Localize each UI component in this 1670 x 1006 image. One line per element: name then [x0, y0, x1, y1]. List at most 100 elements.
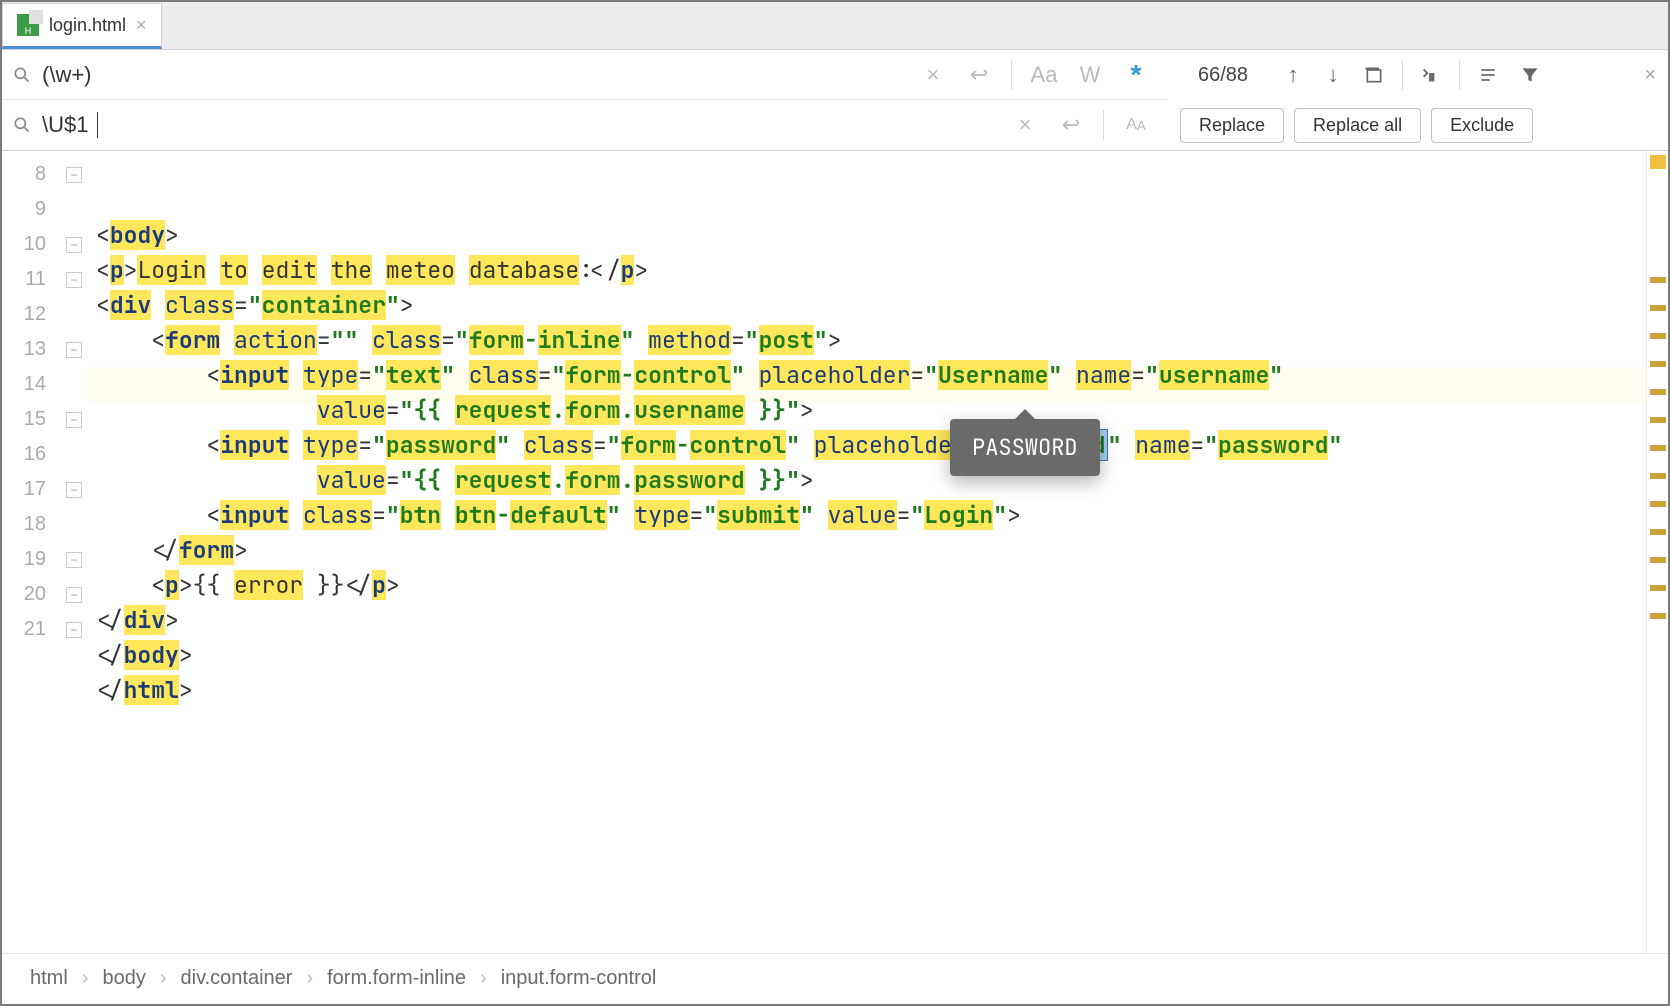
find-settings-icon[interactable]	[1474, 61, 1502, 89]
breadcrumb-item[interactable]: html	[30, 967, 68, 990]
separator	[1011, 60, 1012, 90]
search-icon[interactable]	[10, 63, 34, 87]
breadcrumb-item[interactable]: div.container	[181, 967, 293, 990]
html-file-icon: H	[17, 14, 39, 36]
gutter-line-number: 12	[2, 297, 88, 332]
code-line[interactable]: </form>	[88, 532, 1646, 567]
code-line[interactable]: <input type="text" class="form-control" …	[88, 357, 1646, 392]
minimap-warning-icon	[1650, 155, 1666, 169]
code-line[interactable]: <p>{{ error }}</p>	[88, 567, 1646, 602]
filter-icon[interactable]	[1516, 61, 1544, 89]
gutter-line-number: 14	[2, 367, 88, 402]
replace-button[interactable]: Replace	[1180, 108, 1284, 143]
gutter-line-number: 17−	[2, 472, 88, 507]
exclude-button[interactable]: Exclude	[1431, 108, 1533, 143]
prev-match-icon[interactable]: ↑	[1280, 62, 1306, 88]
minimap-match-marker[interactable]	[1650, 417, 1666, 423]
search-input[interactable]	[34, 62, 909, 88]
gutter-line-number: 19−	[2, 542, 88, 577]
code-line[interactable]: <div class="container">	[88, 287, 1646, 322]
gutter-line-number: 9	[2, 192, 88, 227]
gutter-line-number: 8−	[2, 157, 88, 192]
gutter-line-number: 10−	[2, 227, 88, 262]
separator	[1402, 60, 1403, 90]
code-line[interactable]: </html>	[88, 672, 1646, 707]
replace-row: \U$1 × ↩ AA	[2, 100, 1168, 150]
close-tab-icon[interactable]: ×	[136, 15, 147, 36]
minimap-match-marker[interactable]	[1650, 445, 1666, 451]
select-all-occurrences-icon[interactable]	[1360, 61, 1388, 89]
clear-replace-icon[interactable]: ×	[1011, 111, 1039, 139]
code-line[interactable]: value="{{ request.form.password }}">	[88, 462, 1646, 497]
replace-history-icon[interactable]: ↩	[1057, 111, 1085, 139]
minimap-match-marker[interactable]	[1650, 389, 1666, 395]
chevron-right-icon: ›	[480, 967, 487, 990]
match-count: 66/88	[1180, 64, 1266, 87]
text-caret	[97, 112, 98, 138]
minimap-match-marker[interactable]	[1650, 613, 1666, 619]
separator	[1459, 60, 1460, 90]
code-line[interactable]: <body>	[88, 217, 1646, 252]
gutter-line-number: 21−	[2, 612, 88, 647]
breadcrumb-item[interactable]: form.form-inline	[327, 967, 466, 990]
replace-all-button[interactable]: Replace all	[1294, 108, 1421, 143]
gutter-line-number: 11−	[2, 262, 88, 297]
code-line[interactable]: <input class="btn btn-default" type="sub…	[88, 497, 1646, 532]
chevron-right-icon: ›	[160, 967, 167, 990]
fold-icon[interactable]: −	[66, 552, 82, 568]
clear-search-icon[interactable]: ×	[919, 61, 947, 89]
search-icon[interactable]	[10, 113, 34, 137]
gutter-line-number: 13−	[2, 332, 88, 367]
code-area[interactable]: <body><p>Login to edit the meteo databas…	[88, 151, 1646, 953]
gutter-line-number: 18	[2, 507, 88, 542]
editor-tab[interactable]: H login.html ×	[2, 3, 162, 49]
find-replace-panel: × ↩ Aa W * \U$1 × ↩ AA 66/88	[2, 50, 1668, 151]
code-line[interactable]: value="{{ request.form.username }}">	[88, 392, 1646, 427]
fold-icon[interactable]: −	[66, 237, 82, 253]
fold-icon[interactable]: −	[66, 482, 82, 498]
separator	[1103, 110, 1104, 140]
minimap-match-marker[interactable]	[1650, 333, 1666, 339]
gutter: 8−910−11−1213−1415−1617−1819−20−21−	[2, 151, 88, 953]
regex-toggle[interactable]: *	[1122, 61, 1150, 89]
fold-icon[interactable]: −	[66, 272, 82, 288]
breadcrumb-item[interactable]: input.form-control	[501, 967, 657, 990]
words-toggle[interactable]: W	[1076, 61, 1104, 89]
fold-icon[interactable]: −	[66, 622, 82, 638]
minimap-match-marker[interactable]	[1650, 361, 1666, 367]
minimap-match-marker[interactable]	[1650, 305, 1666, 311]
minimap-match-marker[interactable]	[1650, 585, 1666, 591]
tab-bar: H login.html ×	[2, 2, 1668, 50]
next-match-icon[interactable]: ↓	[1320, 62, 1346, 88]
match-case-toggle[interactable]: Aa	[1030, 61, 1058, 89]
fold-icon[interactable]: −	[66, 412, 82, 428]
tab-filename: login.html	[49, 15, 126, 36]
code-line[interactable]: <p>Login to edit the meteo database:</p>	[88, 252, 1646, 287]
minimap-match-marker[interactable]	[1650, 529, 1666, 535]
gutter-line-number: 15−	[2, 402, 88, 437]
fold-icon[interactable]: −	[66, 342, 82, 358]
minimap-match-marker[interactable]	[1650, 277, 1666, 283]
code-line[interactable]: </div>	[88, 602, 1646, 637]
svg-text:II: II	[1429, 73, 1434, 83]
add-selection-icon[interactable]: II	[1417, 61, 1445, 89]
minimap-match-marker[interactable]	[1650, 473, 1666, 479]
editor[interactable]: 8−910−11−1213−1415−1617−1819−20−21− <bod…	[2, 151, 1668, 953]
minimap-match-marker[interactable]	[1650, 557, 1666, 563]
minimap-match-marker[interactable]	[1650, 501, 1666, 507]
preserve-case-toggle[interactable]: AA	[1122, 111, 1150, 139]
minimap[interactable]	[1646, 151, 1668, 953]
gutter-line-number: 20−	[2, 577, 88, 612]
breadcrumb-item[interactable]: body	[102, 967, 145, 990]
fold-icon[interactable]: −	[66, 587, 82, 603]
code-line[interactable]: <form action="" class="form-inline" meth…	[88, 322, 1646, 357]
search-history-icon[interactable]: ↩	[965, 61, 993, 89]
fold-icon[interactable]: −	[66, 167, 82, 183]
close-panel-icon[interactable]: ×	[1644, 64, 1656, 87]
code-line[interactable]: </body>	[88, 637, 1646, 672]
gutter-line-number: 16	[2, 437, 88, 472]
breadcrumb[interactable]: html › body › div.container › form.form-inline…	[2, 953, 1668, 1003]
chevron-right-icon: ›	[82, 967, 89, 990]
replace-input[interactable]: \U$1	[34, 112, 96, 138]
code-line[interactable]: <input type="password" class="form-contr…	[88, 427, 1646, 462]
